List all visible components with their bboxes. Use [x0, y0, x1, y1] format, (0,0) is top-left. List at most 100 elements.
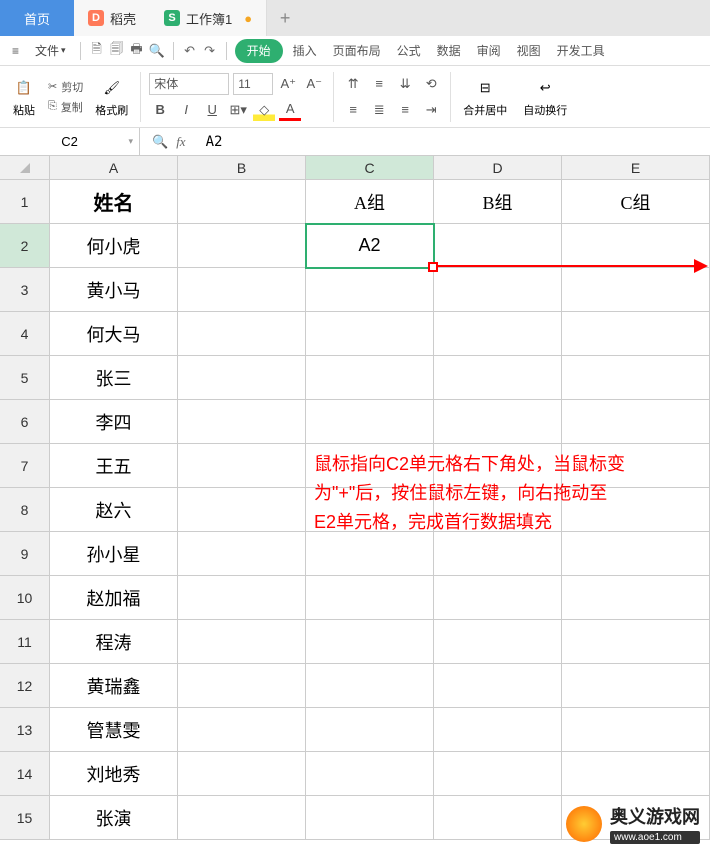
row-header-6[interactable]: 6: [0, 400, 50, 444]
cell[interactable]: [562, 664, 710, 708]
cell[interactable]: [306, 532, 434, 576]
cell[interactable]: [434, 796, 562, 840]
tab-home[interactable]: 首页: [0, 0, 74, 36]
cell[interactable]: [178, 532, 306, 576]
row-header-3[interactable]: 3: [0, 268, 50, 312]
col-header-A[interactable]: A: [50, 156, 178, 180]
formula-input[interactable]: A2: [198, 134, 710, 150]
print-preview-icon[interactable]: 🔍: [149, 43, 165, 59]
cell-C2[interactable]: A2: [306, 224, 434, 268]
cell[interactable]: [434, 312, 562, 356]
cell[interactable]: [434, 620, 562, 664]
ribbon-tab-data[interactable]: 数据: [431, 39, 467, 63]
font-size-select[interactable]: 11: [233, 73, 273, 95]
cell-A6[interactable]: 李四: [50, 400, 178, 444]
cell[interactable]: [306, 400, 434, 444]
cell[interactable]: [434, 532, 562, 576]
col-header-D[interactable]: D: [434, 156, 562, 180]
ribbon-tab-formula[interactable]: 公式: [391, 39, 427, 63]
select-all-corner[interactable]: [0, 156, 50, 180]
row-header-2[interactable]: 2: [0, 224, 50, 268]
cell[interactable]: [306, 796, 434, 840]
cell-A7[interactable]: 王五: [50, 444, 178, 488]
cell-A15[interactable]: 张演: [50, 796, 178, 840]
cell[interactable]: [434, 664, 562, 708]
cell-B2[interactable]: [178, 224, 306, 268]
cell-B1[interactable]: [178, 180, 306, 224]
cell[interactable]: [306, 576, 434, 620]
italic-button[interactable]: I: [175, 99, 197, 121]
format-painter-button[interactable]: 🖌 格式刷: [91, 74, 132, 120]
ribbon-tab-dev[interactable]: 开发工具: [551, 39, 611, 63]
cell-A3[interactable]: 黄小马: [50, 268, 178, 312]
wrap-text-button[interactable]: ↩ 自动换行: [519, 74, 571, 120]
ribbon-tab-view[interactable]: 视图: [511, 39, 547, 63]
fx-icon[interactable]: fx: [176, 134, 185, 150]
font-color-button[interactable]: A: [279, 99, 301, 121]
ribbon-tab-insert[interactable]: 插入: [287, 39, 323, 63]
cell[interactable]: [178, 356, 306, 400]
cell[interactable]: [434, 356, 562, 400]
copy-button[interactable]: ⎘复制: [48, 99, 83, 115]
cell[interactable]: [178, 488, 306, 532]
fill-handle[interactable]: [428, 262, 438, 272]
increase-font-icon[interactable]: A⁺: [277, 73, 299, 95]
name-box[interactable]: C2: [0, 128, 140, 155]
cell[interactable]: [434, 708, 562, 752]
cell-A1[interactable]: 姓名: [50, 180, 178, 224]
align-middle-icon[interactable]: ≡: [368, 73, 390, 95]
col-header-B[interactable]: B: [178, 156, 306, 180]
cell[interactable]: [178, 752, 306, 796]
cell[interactable]: [306, 752, 434, 796]
save-as-icon[interactable]: 🗐: [109, 43, 125, 59]
cell-D1[interactable]: B组: [434, 180, 562, 224]
cell[interactable]: [178, 268, 306, 312]
cell[interactable]: [178, 312, 306, 356]
row-header-7[interactable]: 7: [0, 444, 50, 488]
row-header-15[interactable]: 15: [0, 796, 50, 840]
cell-A8[interactable]: 赵六: [50, 488, 178, 532]
cell[interactable]: [178, 620, 306, 664]
cell[interactable]: [178, 796, 306, 840]
orientation-icon[interactable]: ⟲: [420, 73, 442, 95]
align-right-icon[interactable]: ≡: [394, 99, 416, 121]
cell[interactable]: [306, 664, 434, 708]
cell[interactable]: [434, 400, 562, 444]
align-left-icon[interactable]: ≡: [342, 99, 364, 121]
redo-icon[interactable]: ↷: [202, 43, 218, 59]
underline-button[interactable]: U: [201, 99, 223, 121]
tab-doc-2[interactable]: S 工作簿1 ●: [150, 0, 267, 36]
cell[interactable]: [306, 708, 434, 752]
cell-A4[interactable]: 何大马: [50, 312, 178, 356]
align-top-icon[interactable]: ⇈: [342, 73, 364, 95]
cell-E1[interactable]: C组: [562, 180, 710, 224]
cell-A12[interactable]: 黄瑞鑫: [50, 664, 178, 708]
cell-E2[interactable]: [562, 224, 710, 268]
row-header-4[interactable]: 4: [0, 312, 50, 356]
save-icon[interactable]: 🗎: [89, 43, 105, 59]
cell-A5[interactable]: 张三: [50, 356, 178, 400]
cell[interactable]: [178, 664, 306, 708]
cell[interactable]: [562, 752, 710, 796]
row-header-13[interactable]: 13: [0, 708, 50, 752]
cell[interactable]: [562, 268, 710, 312]
col-header-C[interactable]: C: [306, 156, 434, 180]
tab-doc-1[interactable]: D 稻壳: [74, 0, 150, 36]
cell-D2[interactable]: [434, 224, 562, 268]
col-header-E[interactable]: E: [562, 156, 710, 180]
fill-color-button[interactable]: ◇: [253, 99, 275, 121]
align-center-icon[interactable]: ≣: [368, 99, 390, 121]
ribbon-tab-review[interactable]: 审阅: [471, 39, 507, 63]
paste-button[interactable]: 📋 粘贴: [8, 74, 40, 120]
cell-A11[interactable]: 程涛: [50, 620, 178, 664]
merge-center-button[interactable]: ⊟ 合并居中: [459, 74, 511, 120]
cell[interactable]: [562, 576, 710, 620]
row-header-11[interactable]: 11: [0, 620, 50, 664]
cell[interactable]: [562, 400, 710, 444]
cell-A2[interactable]: 何小虎: [50, 224, 178, 268]
cell[interactable]: [306, 312, 434, 356]
cell[interactable]: [306, 620, 434, 664]
cell[interactable]: [306, 268, 434, 312]
row-header-12[interactable]: 12: [0, 664, 50, 708]
row-header-10[interactable]: 10: [0, 576, 50, 620]
